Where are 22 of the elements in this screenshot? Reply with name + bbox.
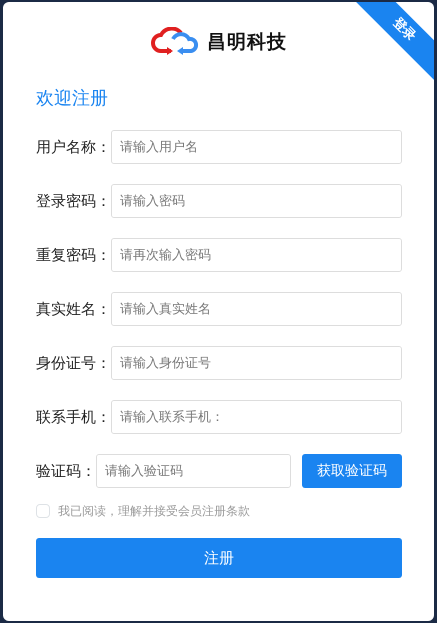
field-label: 重复密码： [36,244,111,266]
captcha-field[interactable]: 请输入验证码 [96,454,291,488]
input-field[interactable]: 请再次输入密码 [111,238,402,272]
agreement-text: 我已阅读，理解并接受会员注册条款 [58,503,250,520]
field-label: 验证码： [36,460,96,482]
register-button[interactable]: 注册 [36,538,402,578]
cloud-logo-icon [151,27,199,57]
form-title: 欢迎注册 [36,87,109,111]
input-field[interactable]: 请输入用户名 [111,130,402,164]
input-field[interactable]: 请输入身份证号 [111,346,402,380]
input-field[interactable]: 请输入密码 [111,184,402,218]
field-label: 联系手机： [36,406,111,428]
get-code-button[interactable]: 获取验证码 [302,454,402,488]
field-label: 真实姓名： [36,298,111,320]
brand-name: 昌明科技 [207,30,287,55]
input-field[interactable]: 请输入联系手机： [111,400,402,434]
agree-checkbox[interactable] [36,504,50,518]
field-label: 登录密码： [36,190,111,212]
login-link[interactable]: 登录 [354,2,434,82]
input-field[interactable]: 请输入真实姓名 [111,292,402,326]
field-label: 身份证号： [36,352,111,374]
field-label: 用户名称： [36,136,111,158]
